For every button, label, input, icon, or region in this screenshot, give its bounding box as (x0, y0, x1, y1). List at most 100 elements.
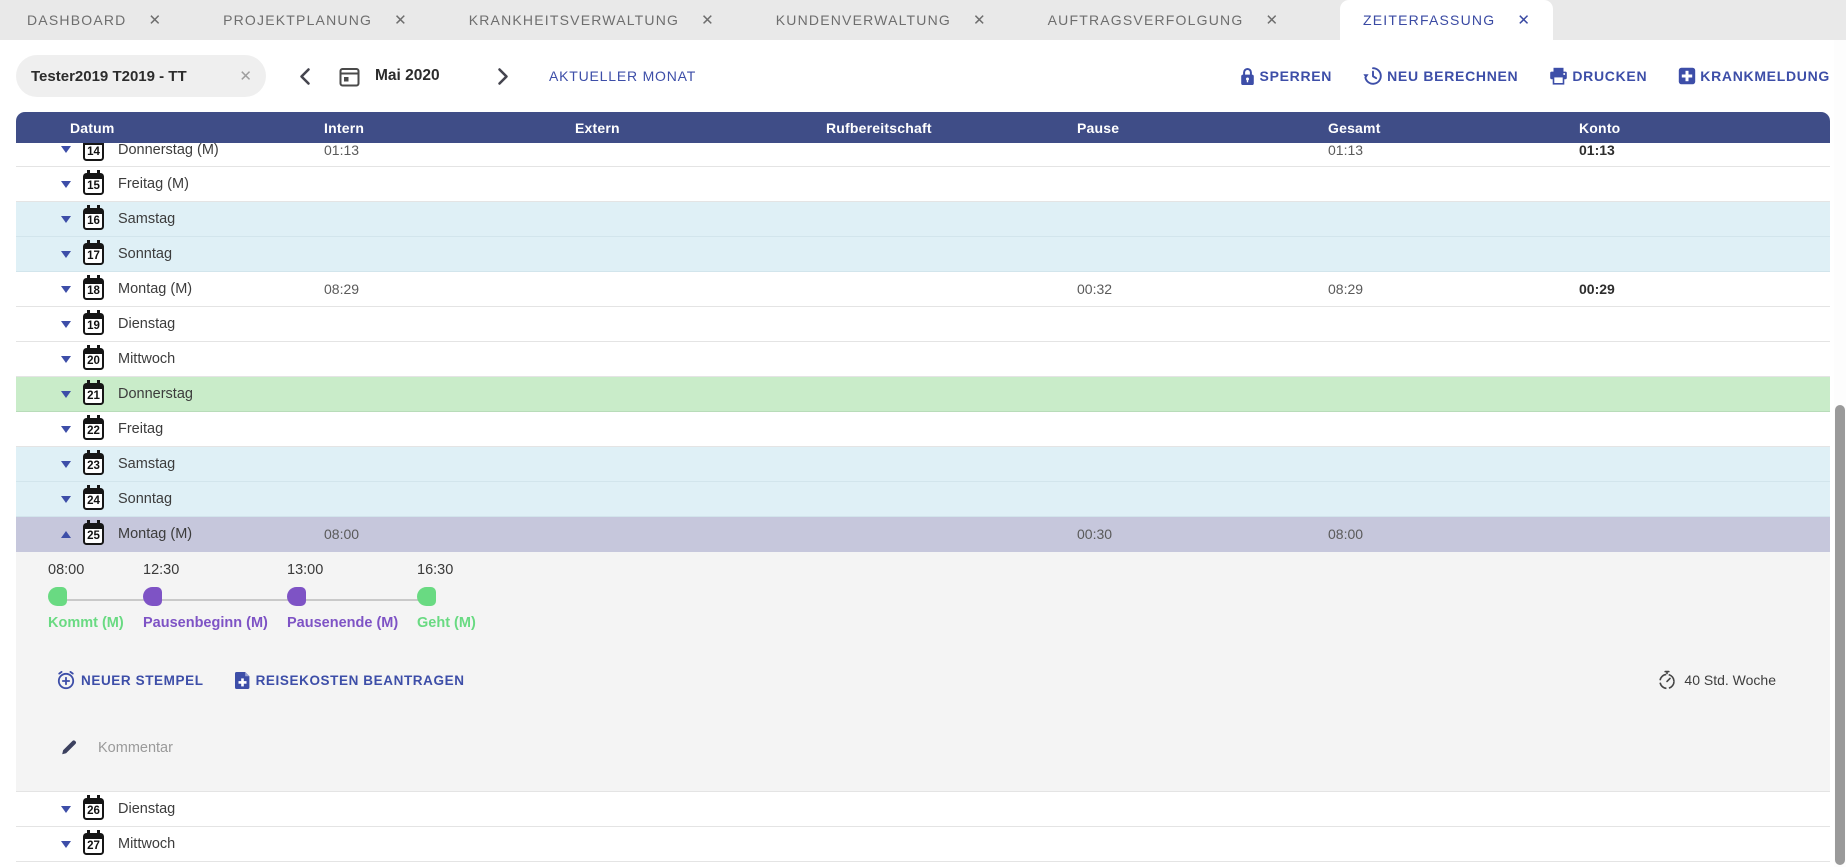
vertical-scrollbar[interactable] (1834, 40, 1846, 867)
expand-row-icon[interactable] (60, 806, 72, 813)
table-row-23[interactable]: 23Samstag (16, 447, 1830, 482)
col-intern: Intern (324, 120, 575, 136)
tab-label: AUFTRAGSVERFOLGUNG (1048, 12, 1244, 28)
intern-value: 08:00 (324, 526, 575, 542)
expand-row-icon[interactable] (60, 461, 72, 468)
expand-row-icon[interactable] (60, 356, 72, 363)
comment-input[interactable]: Kommentar (98, 740, 398, 756)
table-row-27[interactable]: 27Mittwoch (16, 827, 1830, 862)
table-row-17[interactable]: 17Sonntag (16, 237, 1830, 272)
clear-employee-icon[interactable]: ✕ (239, 67, 252, 85)
col-gesamt: Gesamt (1328, 120, 1579, 136)
krankmeldung-button[interactable]: KRANKMELDUNG (1678, 67, 1830, 85)
tab-projektplanung[interactable]: PROJEKTPLANUNG✕ (223, 0, 407, 40)
expand-row-icon[interactable] (60, 146, 72, 153)
day-name: Sonntag (118, 246, 172, 262)
drucken-button[interactable]: DRUCKEN (1549, 67, 1647, 85)
expand-row-icon[interactable] (60, 426, 72, 433)
stamp-kommt-m[interactable]: 08:00Kommt (M) (48, 562, 124, 631)
table-row-16[interactable]: 16Samstag (16, 202, 1830, 237)
table-row-20[interactable]: 20Mittwoch (16, 342, 1830, 377)
intern-value: 01:13 (324, 143, 575, 158)
stamp-pausenende-m[interactable]: 13:00Pausenende (M) (287, 562, 398, 631)
triangle-down-icon (61, 391, 71, 398)
table-row-14[interactable]: 14Donnerstag (M)01:1301:1301:13 (16, 143, 1830, 167)
week-hours-label: 40 Std. Woche (1684, 672, 1776, 688)
stamp-label: Pausenbeginn (M) (143, 615, 268, 631)
col-rufbereitschaft: Rufbereitschaft (826, 120, 1077, 136)
stamp-add-icon (56, 670, 76, 690)
stamp-marker-icon[interactable] (48, 587, 67, 606)
neuer-stempel-button[interactable]: NEUER STEMPEL (56, 670, 204, 690)
plus-square-icon (1678, 67, 1696, 85)
expand-row-icon[interactable] (60, 496, 72, 503)
week-hours: 40 Std. Woche (1657, 670, 1776, 690)
stamp-geht-m[interactable]: 16:30Geht (M) (417, 562, 476, 631)
day-calendar-icon: 15 (83, 173, 104, 195)
expand-row-icon[interactable] (60, 391, 72, 398)
tab-zeiterfassung[interactable]: ZEITERFASSUNG✕ (1340, 0, 1553, 40)
tab-krankheitsverwaltung[interactable]: KRANKHEITSVERWALTUNG✕ (469, 0, 714, 40)
expand-row-icon[interactable] (60, 286, 72, 293)
neu-berechnen-button[interactable]: NEU BERECHNEN (1363, 66, 1518, 86)
table-row-26[interactable]: 26Dienstag (16, 792, 1830, 827)
expand-row-icon[interactable] (60, 321, 72, 328)
triangle-down-icon (61, 321, 71, 328)
day-calendar-icon: 19 (83, 313, 104, 335)
triangle-down-icon (61, 496, 71, 503)
expand-row-icon[interactable] (60, 216, 72, 223)
neuer-stempel-label: NEUER STEMPEL (81, 673, 204, 688)
triangle-down-icon (61, 181, 71, 188)
expand-row-icon[interactable] (60, 841, 72, 848)
table-row-19[interactable]: 19Dienstag (16, 307, 1830, 342)
stamp-pausenbeginn-m[interactable]: 12:30 Pausenbeginn (M) (143, 562, 268, 631)
lock-icon (1239, 67, 1256, 86)
reisekosten-label: REISEKOSTEN BEANTRAGEN (256, 673, 465, 688)
reisekosten-button[interactable]: REISEKOSTEN BEANTRAGEN (234, 671, 465, 690)
expand-row-icon[interactable] (60, 251, 72, 258)
tab-bar: DASHBOARD✕ PROJEKTPLANUNG✕ KRANKHEITSVERWA… (0, 0, 1846, 40)
aktueller-monat-button[interactable]: AKTUELLER MONAT (549, 68, 696, 84)
table-row-18[interactable]: 18Montag (M)08:2900:3208:2900:29 (16, 272, 1830, 307)
previous-month-button[interactable] (295, 63, 315, 90)
day-name: Samstag (118, 211, 175, 227)
sperren-label: SPERREN (1260, 68, 1333, 84)
close-icon[interactable]: ✕ (1265, 13, 1278, 28)
gesamt-value: 08:00 (1328, 526, 1579, 542)
employee-filter-chip[interactable]: Tester2019 T2019 - TT ✕ (16, 55, 266, 97)
table-body: 14Donnerstag (M)01:1301:1301:1315Freitag… (16, 143, 1830, 862)
stopwatch-icon (1657, 670, 1677, 690)
stamp-marker-icon[interactable] (417, 587, 436, 606)
toolbar-actions: SPERREN NEU BERECHNEN DRUCK (1239, 66, 1830, 86)
next-month-button[interactable] (493, 63, 513, 90)
table-row-24[interactable]: 24Sonntag (16, 482, 1830, 517)
scrollbar-thumb[interactable] (1835, 405, 1845, 865)
col-konto: Konto (1579, 120, 1830, 136)
stamp-marker-icon[interactable] (287, 587, 306, 606)
triangle-down-icon (61, 146, 71, 153)
sperren-button[interactable]: SPERREN (1239, 67, 1333, 86)
triangle-up-icon (61, 531, 71, 538)
day-name: Montag (M) (118, 526, 192, 542)
close-icon[interactable]: ✕ (148, 13, 161, 28)
day-name: Dienstag (118, 801, 175, 817)
tab-kundenverwaltung[interactable]: KUNDENVERWALTUNG✕ (776, 0, 986, 40)
close-icon[interactable]: ✕ (1517, 13, 1530, 28)
day-name: Donnerstag (M) (118, 143, 219, 158)
expand-row-icon[interactable] (60, 181, 72, 188)
stamp-time: 12:30 (143, 562, 268, 578)
table-row-14-clipped[interactable]: 14Donnerstag (M)01:1301:1301:13 (16, 143, 1830, 167)
table-row-15[interactable]: 15Freitag (M) (16, 167, 1830, 202)
table-row-25[interactable]: 25Montag (M)08:0000:3008:00 (16, 517, 1830, 552)
table-row-21[interactable]: 21Donnerstag (16, 377, 1830, 412)
close-icon[interactable]: ✕ (394, 13, 407, 28)
close-icon[interactable]: ✕ (701, 13, 714, 28)
tab-auftragsverfolgung[interactable]: AUFTRAGSVERFOLGUNG ✕ (1048, 0, 1278, 40)
close-icon[interactable]: ✕ (973, 13, 986, 28)
day-calendar-icon: 20 (83, 348, 104, 370)
day-name: Samstag (118, 456, 175, 472)
stamp-marker-icon[interactable] (143, 587, 162, 606)
table-row-22[interactable]: 22Freitag (16, 412, 1830, 447)
tab-dashboard[interactable]: DASHBOARD✕ (27, 0, 161, 40)
collapse-row-icon[interactable] (60, 531, 72, 538)
